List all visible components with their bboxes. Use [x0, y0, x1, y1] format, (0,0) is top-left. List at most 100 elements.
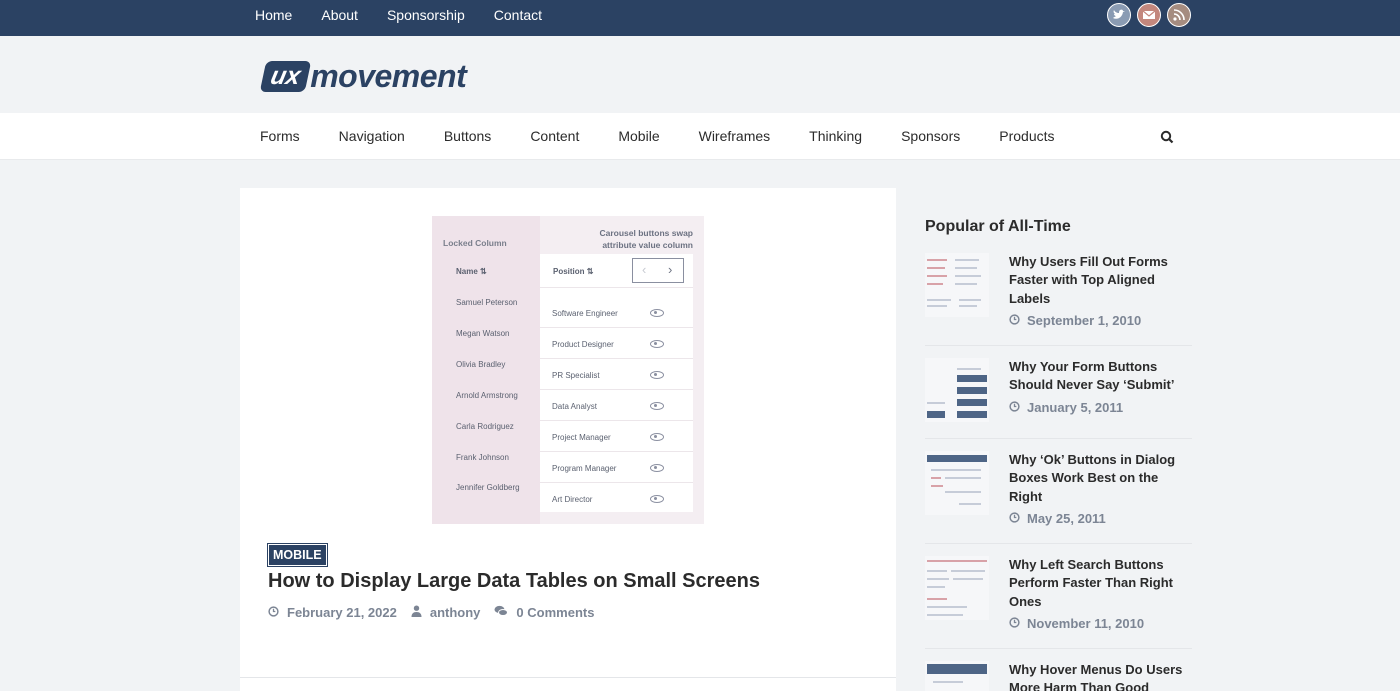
next-post-card [240, 677, 896, 691]
top-nav: Home About Sponsorship Contact [255, 0, 571, 30]
row-position: Project Manager [552, 433, 611, 442]
popular-post-date: January 5, 2011 [1027, 400, 1124, 415]
row-divider [540, 420, 693, 421]
popular-post-title[interactable]: Why Left Search Buttons Perform Faster T… [1009, 556, 1189, 611]
eye-icon [650, 402, 664, 410]
eye-icon [650, 433, 664, 441]
eye-icon [650, 371, 664, 379]
carousel-caption: Carousel buttons swap attribute value co… [599, 228, 693, 250]
nav-forms[interactable]: Forms [260, 113, 300, 160]
popular-post-item[interactable]: Why Hover Menus Do Users More Harm Than … [925, 661, 1192, 691]
locked-column-label: Locked Column [443, 238, 507, 248]
social-links [1107, 3, 1191, 27]
top-nav-sponsorship[interactable]: Sponsorship [387, 0, 465, 30]
category-badge[interactable]: MOBILE [267, 543, 328, 567]
row-name: Olivia Bradley [456, 360, 506, 369]
popular-post-date-row: November 11, 2010 [1009, 616, 1144, 631]
row-name: Jennifer Goldberg [456, 483, 520, 492]
sidebar-divider [925, 543, 1192, 544]
position-header: Position ⇅ [553, 267, 594, 276]
popular-post-title[interactable]: Why Your Form Buttons Should Never Say ‘… [1009, 358, 1189, 395]
popular-post-title[interactable]: Why ‘Ok’ Buttons in Dialog Boxes Work Be… [1009, 451, 1189, 506]
sidebar-divider [925, 438, 1192, 439]
top-nav-contact[interactable]: Contact [494, 0, 542, 30]
image-table: Position ⇅ ‹ › Software Engineer Product… [540, 254, 693, 512]
site-logo[interactable]: ux movement [259, 58, 467, 95]
row-name: Carla Rodriguez [456, 422, 514, 431]
top-nav-home[interactable]: Home [255, 0, 292, 30]
row-position: Art Director [552, 495, 593, 504]
post-comments[interactable]: 0 Comments [516, 605, 594, 620]
mail-icon[interactable] [1137, 3, 1161, 27]
popular-post-title[interactable]: Why Users Fill Out Forms Faster with Top… [1009, 253, 1189, 308]
nav-mobile[interactable]: Mobile [618, 113, 659, 160]
popular-post-item[interactable]: Why Your Form Buttons Should Never Say ‘… [925, 358, 1192, 428]
popular-post-thumbnail[interactable] [925, 556, 989, 620]
nav-content[interactable]: Content [530, 113, 579, 160]
comments-icon [494, 605, 509, 620]
name-header: Name ⇅ [456, 267, 487, 276]
clock-icon [1009, 313, 1020, 328]
post-card: Locked Column Carousel buttons swap attr… [240, 188, 896, 678]
popular-post-thumbnail[interactable] [925, 358, 989, 422]
top-bar: Home About Sponsorship Contact [0, 0, 1400, 36]
search-icon[interactable] [1160, 130, 1174, 149]
featured-image[interactable]: Locked Column Carousel buttons swap attr… [432, 216, 704, 524]
popular-post-item[interactable]: Why Left Search Buttons Perform Faster T… [925, 556, 1192, 636]
clock-icon [1009, 400, 1020, 415]
nav-products[interactable]: Products [999, 113, 1054, 160]
popular-post-title[interactable]: Why Hover Menus Do Users More Harm Than … [1009, 661, 1189, 691]
post-title[interactable]: How to Display Large Data Tables on Smal… [268, 570, 760, 593]
popular-post-date-row: September 1, 2010 [1009, 313, 1141, 328]
row-position: Product Designer [552, 340, 614, 349]
nav-thinking[interactable]: Thinking [809, 113, 862, 160]
row-position: Software Engineer [552, 309, 618, 318]
row-divider [540, 482, 693, 483]
row-name: Frank Johnson [456, 453, 509, 462]
row-position: Data Analyst [552, 402, 597, 411]
clock-icon [1009, 616, 1020, 631]
row-name: Samuel Peterson [456, 298, 518, 307]
sidebar-divider [925, 345, 1192, 346]
post-meta: February 21, 2022 anthony 0 Comments [268, 605, 608, 620]
top-nav-about[interactable]: About [321, 0, 358, 30]
nav-navigation[interactable]: Navigation [339, 113, 405, 160]
popular-post-date-row: January 5, 2011 [1009, 400, 1123, 415]
main-nav: Forms Navigation Buttons Content Mobile … [0, 113, 1400, 160]
popular-post-thumbnail[interactable] [925, 451, 989, 515]
post-author[interactable]: anthony [430, 605, 481, 620]
popular-post-date: May 25, 2011 [1027, 511, 1106, 526]
eye-icon [650, 495, 664, 503]
popular-post-item[interactable]: Why Users Fill Out Forms Faster with Top… [925, 253, 1192, 333]
logo-ux: ux [259, 61, 312, 92]
popular-post-date-row: May 25, 2011 [1009, 511, 1106, 526]
twitter-icon[interactable] [1107, 3, 1131, 27]
rss-icon[interactable] [1167, 3, 1191, 27]
carousel-buttons: ‹ › [632, 258, 684, 283]
clock-icon [268, 605, 279, 620]
sidebar-title: Popular of All-Time [925, 218, 1071, 235]
row-name: Arnold Armstrong [456, 391, 518, 400]
eye-icon [650, 464, 664, 472]
row-name: Megan Watson [456, 329, 510, 338]
site-header: ux movement [0, 36, 1400, 113]
nav-wireframes[interactable]: Wireframes [699, 113, 771, 160]
row-divider [540, 451, 693, 452]
row-position: Program Manager [552, 464, 617, 473]
popular-post-thumbnail[interactable] [925, 661, 989, 691]
row-divider [540, 358, 693, 359]
row-divider [540, 287, 693, 288]
locked-column-area [432, 216, 540, 524]
row-divider [540, 327, 693, 328]
user-icon [411, 605, 422, 620]
chevron-left-icon: ‹ [642, 262, 647, 277]
popular-post-thumbnail[interactable] [925, 253, 989, 317]
row-divider [540, 389, 693, 390]
eye-icon [650, 309, 664, 317]
post-date: February 21, 2022 [287, 605, 397, 620]
popular-post-date: September 1, 2010 [1027, 313, 1142, 328]
nav-sponsors[interactable]: Sponsors [901, 113, 960, 160]
clock-icon [1009, 511, 1020, 526]
popular-post-item[interactable]: Why ‘Ok’ Buttons in Dialog Boxes Work Be… [925, 451, 1192, 531]
nav-buttons[interactable]: Buttons [444, 113, 491, 160]
